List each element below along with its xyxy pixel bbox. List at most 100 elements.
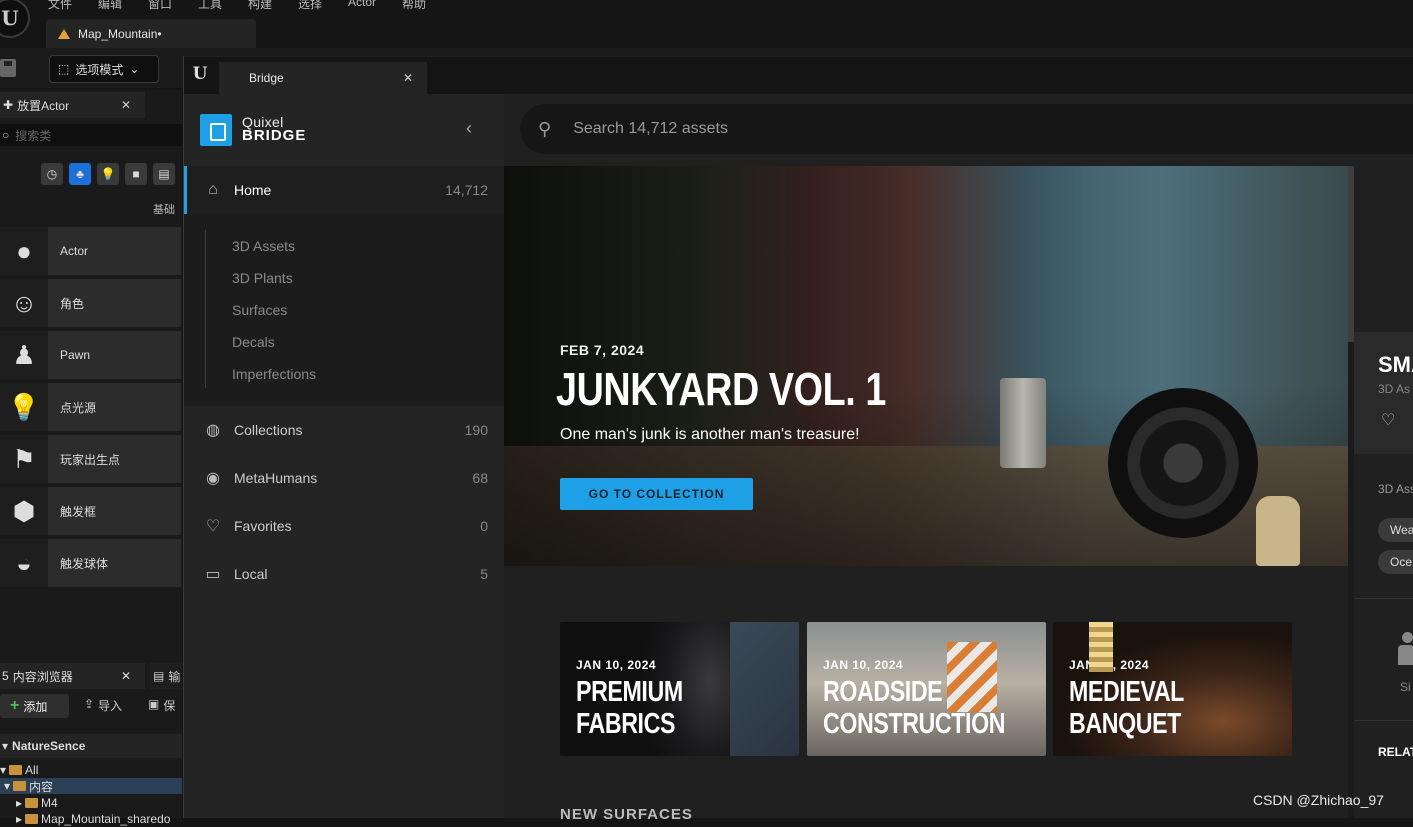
globe-icon: ◍: [206, 422, 220, 439]
folder-icon: [25, 814, 39, 824]
collapse-sidebar-icon[interactable]: ‹: [466, 118, 472, 139]
add-button[interactable]: + 添加: [0, 694, 69, 718]
level-tab[interactable]: Map_Mountain•: [46, 19, 256, 48]
sidebar-item-home[interactable]: ⌂ Home 14,712: [184, 166, 504, 214]
menu-actor[interactable]: Actor: [348, 0, 376, 9]
level-tab-label: Map_Mountain•: [78, 26, 162, 41]
chevron-down-icon: ▾: [4, 779, 11, 793]
folder-tree-header[interactable]: ▾ NatureSence: [0, 734, 182, 758]
close-icon[interactable]: ✕: [121, 669, 131, 683]
menu-help[interactable]: 帮助: [402, 0, 426, 12]
monitor-icon: ▭: [205, 566, 221, 583]
level-icon: [58, 28, 70, 39]
go-to-collection-button[interactable]: GO TO COLLECTION: [560, 478, 753, 510]
subnav-divider: [205, 230, 206, 388]
actor-item-label: 触发球体: [60, 556, 109, 571]
watermark: CSDN @Zhichao_97: [1253, 792, 1384, 808]
tag-chip[interactable]: Oce: [1378, 550, 1413, 574]
menu-bar: 文件 编辑 窗口 工具 构建 选择 Actor 帮助: [0, 0, 1413, 12]
menu-tools[interactable]: 工具: [198, 0, 222, 12]
unreal-logo-icon[interactable]: U: [0, 0, 30, 38]
tag-chip[interactable]: Wea: [1378, 518, 1413, 542]
sidebar-item-label: Home: [234, 182, 272, 198]
save-icon[interactable]: [0, 59, 16, 77]
actor-item-label: Pawn: [60, 348, 91, 362]
asset-type: 3D As: [1378, 382, 1411, 396]
sidebar-item-favorites[interactable]: ♡ Favorites 0: [184, 502, 504, 550]
menu-window[interactable]: 窗口: [148, 0, 172, 12]
search-icon: ⚲: [538, 118, 552, 139]
close-icon[interactable]: ✕: [121, 98, 131, 112]
folder-icon: [9, 765, 23, 775]
search-classes-input[interactable]: ○ 搜索类: [0, 124, 182, 146]
shapes-filter-icon[interactable]: ♣: [69, 163, 91, 185]
actor-item-player-start[interactable]: ⚑ 玩家出生点: [0, 435, 181, 483]
sidebar-item-label: Collections: [234, 422, 303, 438]
save-all-button[interactable]: ▣ 保: [148, 697, 175, 714]
point-light-icon: 💡: [0, 383, 48, 431]
subnav-item-surfaces[interactable]: Surfaces: [232, 302, 287, 318]
hero-date: FEB 7, 2024: [560, 342, 645, 358]
sidebar-item-label: Favorites: [234, 518, 292, 534]
actor-item-trigger-sphere[interactable]: ◒ 触发球体: [0, 539, 181, 587]
menu-edit[interactable]: 编辑: [98, 0, 122, 12]
sidebar-item-metahumans[interactable]: ◉ MetaHumans 68: [184, 454, 504, 502]
trigger-sphere-icon: ◒: [0, 539, 48, 587]
sidebar-item-local[interactable]: ▭ Local 5: [184, 550, 504, 598]
collection-card-roadside-construction[interactable]: JAN 10, 2024 ROADSIDE CONSTRUCTION: [807, 622, 1046, 756]
category-basic-label: 基础: [153, 204, 175, 216]
output-log-icon: ▤: [153, 669, 165, 683]
menu-build[interactable]: 构建: [248, 0, 272, 12]
menu-file[interactable]: 文件: [48, 0, 72, 12]
related-heading: RELAT: [1378, 745, 1413, 759]
menu-select[interactable]: 选择: [298, 0, 322, 12]
asset-search-input[interactable]: ⚲ Search 14,712 assets: [520, 104, 1413, 154]
home-icon: ⌂: [208, 181, 218, 198]
close-icon[interactable]: ✕: [403, 71, 413, 85]
content-browser-tab[interactable]: 5 内容浏览器 ✕: [0, 663, 145, 689]
actor-item-character[interactable]: ☺ 角色: [0, 279, 181, 327]
content-browser-prefix: 5: [2, 669, 9, 683]
tree-item-label: Map_Mountain_sharedo: [41, 812, 171, 826]
asset-category: 3D Ass: [1378, 482, 1413, 496]
tree-item-content[interactable]: ▾ 内容: [0, 778, 182, 794]
divider: [1354, 598, 1413, 599]
unreal-logo-icon: U: [192, 64, 208, 84]
tree-item-label: All: [25, 763, 39, 777]
chevron-right-icon: ▸: [16, 796, 23, 810]
cinematic-filter-icon[interactable]: ▤: [153, 163, 175, 185]
asset-title: SMA: [1378, 352, 1413, 377]
save-all-label: 保: [163, 699, 176, 713]
output-log-tab[interactable]: ▤ 输: [149, 663, 182, 689]
mode-select-button[interactable]: ⬚ 选项模式 ⌄: [49, 55, 159, 83]
sidebar-item-count: 0: [480, 518, 488, 534]
place-actors-tab[interactable]: ✚ 放置Actor ✕: [0, 92, 145, 118]
chevron-right-icon: ▸: [16, 812, 23, 826]
subnav-item-decals[interactable]: Decals: [232, 334, 275, 350]
collection-card-premium-fabrics[interactable]: JAN 10, 2024 PREMIUM FABRICS: [560, 622, 799, 756]
actor-item-actor[interactable]: ● Actor: [0, 227, 181, 275]
save-icon: ▣: [148, 697, 160, 711]
actor-item-pawn[interactable]: ♟ Pawn: [0, 331, 181, 379]
sidebar-item-collections[interactable]: ◍ Collections 190: [184, 406, 504, 454]
recent-filter-icon[interactable]: ◷: [41, 163, 63, 185]
import-button[interactable]: ⇪ 导入: [84, 697, 122, 714]
actor-item-point-light[interactable]: 💡 点光源: [0, 383, 181, 431]
heart-icon[interactable]: ♡: [1381, 410, 1395, 430]
tree-item-map-mountain[interactable]: ▸ Map_Mountain_sharedo: [0, 811, 182, 827]
light-filter-icon[interactable]: 💡: [97, 163, 119, 185]
actor-item-trigger-box[interactable]: ⬢ 触发框: [0, 487, 181, 535]
chevron-down-icon: ⌄: [129, 62, 140, 76]
bridge-tab-label: Bridge: [249, 71, 284, 85]
cube-filter-icon[interactable]: ■: [125, 163, 147, 185]
bridge-tab[interactable]: Bridge ✕: [219, 62, 427, 94]
character-icon: ☺: [0, 279, 48, 327]
subnav-item-3d-plants[interactable]: 3D Plants: [232, 270, 293, 286]
subnav-item-3d-assets[interactable]: 3D Assets: [232, 238, 295, 254]
subnav-item-imperfections[interactable]: Imperfections: [232, 366, 316, 382]
tree-item-m4[interactable]: ▸ M4: [0, 795, 182, 811]
card-title: MEDIEVAL BANQUET: [1069, 676, 1184, 740]
collection-card-medieval-banquet[interactable]: JAN 10, 2024 MEDIEVAL BANQUET: [1053, 622, 1292, 756]
hero-subtitle: One man's junk is another man's treasure…: [560, 426, 860, 443]
tree-item-all[interactable]: ▾ All: [0, 762, 182, 778]
